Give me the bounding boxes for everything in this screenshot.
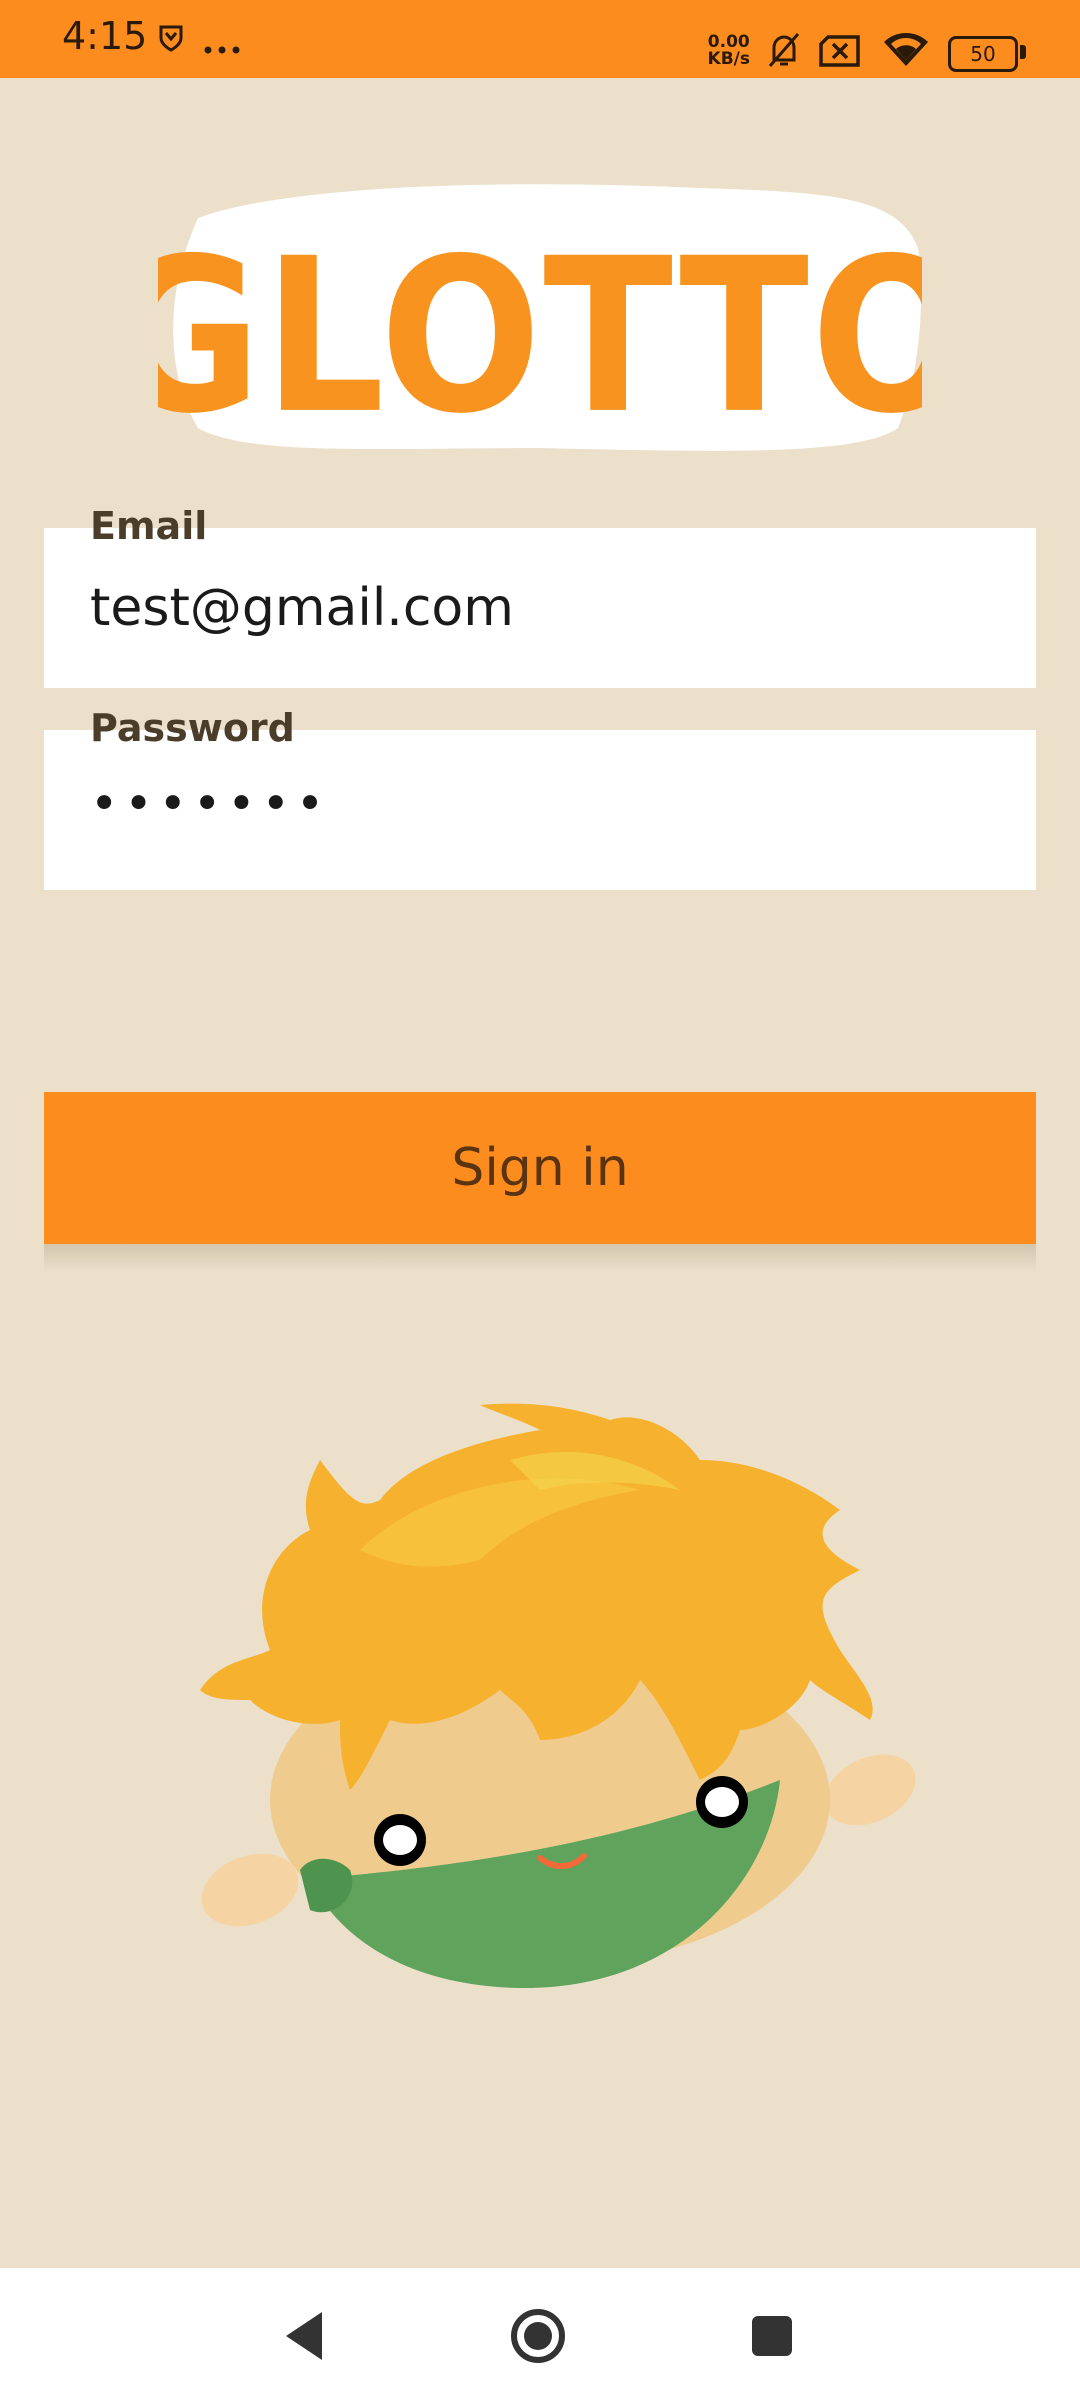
- status-time: 4:15: [62, 14, 148, 58]
- shield-icon: [159, 25, 183, 52]
- mascot-illustration: [200, 1403, 916, 1989]
- password-field[interactable]: •••••••: [44, 730, 1036, 890]
- home-circle-icon[interactable]: [508, 2306, 568, 2366]
- email-value[interactable]: test@gmail.com: [90, 578, 514, 638]
- battery-tip: [1020, 45, 1026, 59]
- net-speed-unit: KB/s: [707, 49, 750, 69]
- recent-square-icon[interactable]: [742, 2306, 802, 2366]
- signin-shadow: [44, 1244, 1036, 1272]
- no-sim-icon: [819, 35, 860, 67]
- status-bar: 4:15 0.00 KB/s 50: [0, 0, 1080, 78]
- logo-text: GLOTTO: [158, 213, 922, 456]
- mute-bell-icon: [768, 33, 800, 67]
- battery-icon: 50: [948, 36, 1018, 72]
- wifi-icon: [884, 33, 928, 66]
- net-speed: 0.00 KB/s: [708, 34, 750, 68]
- sign-in-button[interactable]: Sign in: [44, 1092, 1036, 1244]
- password-value[interactable]: •••••••: [90, 776, 330, 832]
- email-field[interactable]: test@gmail.com: [44, 528, 1036, 688]
- sign-in-label: Sign in: [451, 1138, 629, 1198]
- back-triangle-icon[interactable]: [276, 2306, 336, 2366]
- password-label: Password: [90, 706, 295, 750]
- more-dots-icon: [204, 46, 240, 54]
- glotto-logo: GLOTTO: [158, 184, 922, 456]
- email-label: Email: [90, 504, 208, 548]
- nav-bar: [0, 2268, 1080, 2400]
